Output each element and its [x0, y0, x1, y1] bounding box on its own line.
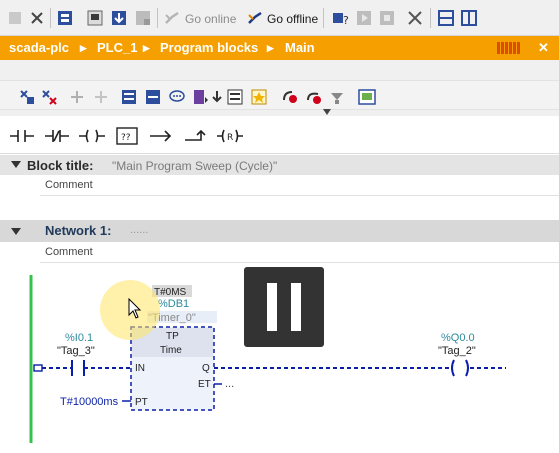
- network-title-field[interactable]: ......: [130, 224, 148, 236]
- reset-coil-icon[interactable]: R: [216, 126, 244, 146]
- timer-pt-value[interactable]: T#10000ms: [60, 396, 119, 408]
- accessible-devices-icon[interactable]: ?: [331, 9, 349, 27]
- video-pause-overlay[interactable]: [244, 267, 324, 347]
- timer-type: TP: [166, 331, 179, 342]
- timer-data-type: Time: [160, 345, 182, 356]
- timer-pt-pin: PT: [135, 397, 148, 408]
- coil-tag[interactable]: "Tag_2": [438, 345, 476, 357]
- start-cpu-icon[interactable]: [355, 9, 373, 27]
- contact-tag[interactable]: "Tag_3": [57, 345, 95, 357]
- delete-row-icon[interactable]: [92, 88, 110, 106]
- timer-et-value[interactable]: ...: [225, 378, 234, 390]
- close-branch-icon[interactable]: [183, 126, 211, 146]
- favorites-icon[interactable]: [250, 88, 268, 106]
- stop-cpu-icon[interactable]: [378, 9, 396, 27]
- mouse-cursor-icon: [128, 298, 142, 319]
- breadcrumb-separator: ▸: [143, 40, 150, 55]
- download-arrow-icon[interactable]: [208, 88, 226, 106]
- go-offline-button[interactable]: Go offline: [267, 12, 318, 26]
- main-toolbar: Go online Go offline ?: [0, 0, 559, 36]
- insert-row-icon[interactable]: [68, 88, 86, 106]
- coil-address[interactable]: %Q0.0: [441, 332, 475, 344]
- block-title-header[interactable]: Block title: "Main Program Sweep (Cycle)…: [0, 155, 559, 175]
- svg-text:??: ??: [121, 133, 131, 143]
- breadcrumb-item-plc[interactable]: PLC_1: [97, 40, 137, 55]
- split-horizontal-icon[interactable]: [437, 9, 455, 27]
- split-vertical-icon[interactable]: [460, 9, 478, 27]
- normally-closed-contact-icon[interactable]: [43, 126, 71, 146]
- timer-q-pin: Q: [202, 363, 210, 374]
- network-label: Network 1:: [45, 223, 112, 238]
- simulation-icon[interactable]: [134, 9, 152, 27]
- collapse-all-icon[interactable]: [144, 88, 162, 106]
- output-coil[interactable]: [451, 359, 469, 377]
- display-list-icon[interactable]: [226, 88, 244, 106]
- open-branch-icon[interactable]: [148, 126, 176, 146]
- network-header[interactable]: Network 1: ......: [0, 220, 559, 242]
- breadcrumb-item-program-blocks[interactable]: Program blocks: [160, 40, 258, 55]
- window-tile-icon[interactable]: [497, 42, 525, 54]
- network-comment-label: Comment: [45, 246, 93, 258]
- go-online-button[interactable]: Go online: [185, 12, 236, 26]
- collapse-triangle-icon[interactable]: [11, 228, 21, 235]
- timer-et-pin: ET: [198, 379, 211, 390]
- block-title-label: Block title:: [27, 158, 94, 173]
- timer-in-pin: IN: [135, 363, 145, 374]
- svg-text:?: ?: [343, 14, 349, 27]
- go-offline-icon[interactable]: [246, 9, 264, 27]
- compile-icon[interactable]: [56, 9, 74, 27]
- go-to-previous-error-icon[interactable]: [304, 88, 322, 106]
- rung-start-marker: [33, 364, 43, 372]
- timer-db-tag[interactable]: %DB1: [158, 298, 189, 310]
- delete-small-icon[interactable]: [6, 9, 24, 27]
- output-coil-icon[interactable]: [78, 126, 106, 146]
- monitoring-on-off-icon[interactable]: [358, 88, 376, 106]
- normally-open-contact[interactable]: [71, 360, 85, 376]
- pause-bar-icon: [291, 283, 301, 331]
- go-to-next-error-icon[interactable]: [280, 88, 298, 106]
- block-title-value[interactable]: "Main Program Sweep (Cycle)": [112, 159, 277, 173]
- contact-address[interactable]: %I0.1: [65, 332, 93, 344]
- network-comment-field[interactable]: Comment: [40, 243, 559, 263]
- breadcrumb-separator: ▸: [80, 40, 87, 55]
- breadcrumb-item-project[interactable]: scada-plc: [9, 40, 69, 55]
- breadcrumb-separator: ▸: [267, 40, 274, 55]
- close-icon[interactable]: [28, 9, 46, 27]
- normally-open-contact-icon[interactable]: [8, 126, 36, 146]
- pause-bar-icon: [267, 283, 277, 331]
- insert-network-icon[interactable]: [18, 88, 36, 106]
- delete-network-icon[interactable]: [40, 88, 58, 106]
- editor-toolbar: [0, 60, 559, 116]
- breadcrumb: scada-plc ▸ PLC_1 ▸ Program blocks ▸ Mai…: [0, 36, 559, 60]
- update-calls-icon[interactable]: [328, 88, 346, 106]
- empty-box-icon[interactable]: ??: [113, 126, 141, 146]
- collapse-triangle-icon[interactable]: [11, 161, 21, 168]
- go-online-icon[interactable]: [163, 9, 181, 27]
- cross-reference-icon[interactable]: [406, 9, 424, 27]
- lad-favorites-bar: ?? R: [0, 118, 559, 154]
- comments-icon[interactable]: [168, 88, 186, 106]
- toolbar-more-icon[interactable]: [322, 108, 332, 116]
- upload-from-device-icon[interactable]: [110, 9, 128, 27]
- block-comment-label: Comment: [45, 179, 93, 191]
- close-editor-icon[interactable]: ✕: [538, 40, 549, 56]
- download-to-device-icon[interactable]: [86, 9, 104, 27]
- expand-all-icon[interactable]: [120, 88, 138, 106]
- timer-constant-label: T#0MS: [154, 287, 187, 298]
- block-comment-field[interactable]: Comment: [40, 176, 559, 196]
- breadcrumb-item-main[interactable]: Main: [285, 40, 315, 55]
- svg-text:R: R: [227, 133, 233, 143]
